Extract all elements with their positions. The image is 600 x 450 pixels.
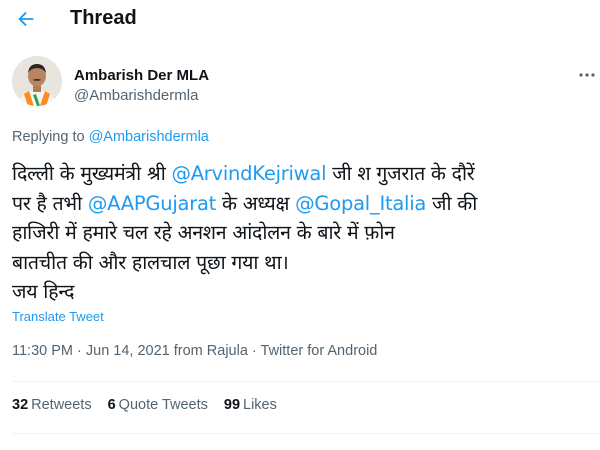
stat-label: Quote Tweets bbox=[118, 397, 208, 413]
tweet-text-line: जय हिन्द bbox=[12, 277, 592, 307]
tweet-text-segment: पर है तभी bbox=[12, 191, 88, 215]
quote-tweets-stat[interactable]: 6 Quote Tweets bbox=[108, 397, 208, 413]
profile-photo bbox=[12, 56, 62, 106]
likes-stat[interactable]: 99 Likes bbox=[224, 397, 277, 413]
divider bbox=[12, 381, 600, 382]
tweet-text-segment: हाजिरी में हमारे चल रहे अनशन आंदोलन के ब… bbox=[12, 221, 395, 244]
tweet-text: दिल्ली के मुख्यमंत्री श्री @ArvindKejriw… bbox=[12, 159, 592, 307]
tweet-text-line: दिल्ली के मुख्यमंत्री श्री @ArvindKejriw… bbox=[12, 159, 592, 189]
tweet-text-segment: के अध्यक्ष bbox=[216, 191, 296, 215]
mention-link[interactable]: @ArvindKejriwal bbox=[171, 162, 326, 185]
mention-link[interactable]: @Gopal_Italia bbox=[295, 192, 426, 215]
retweets-stat[interactable]: 32 Retweets bbox=[12, 397, 92, 413]
tweet-text-segment: जी श गुजरात के दौरें bbox=[326, 162, 475, 185]
tweet-page: Thread Ambarish Der MLA @Ambarishdermla … bbox=[0, 0, 600, 450]
thread-header: Thread bbox=[0, 0, 600, 40]
replying-to: Replying to @Ambarishdermla bbox=[12, 129, 209, 145]
replying-to-prefix: Replying to bbox=[12, 129, 85, 145]
tweet-text-segment: बातचीत की और हालचाल पूछा गया था। bbox=[12, 250, 289, 274]
stat-count: 99 bbox=[223, 397, 241, 413]
stat-label: Retweets bbox=[31, 397, 92, 413]
replying-to-handle-link[interactable]: @Ambarishdermla bbox=[89, 129, 209, 145]
tweet-text-line: पर है तभी @AAPGujarat के अध्यक्ष @Gopal_… bbox=[12, 189, 592, 219]
author-handle[interactable]: @Ambarishdermla bbox=[74, 87, 198, 104]
stat-count: 32 bbox=[12, 397, 29, 413]
engagement-stats: 32 Retweets 6 Quote Tweets 99 Likes bbox=[12, 397, 293, 413]
page-title: Thread bbox=[70, 7, 137, 29]
arrow-left-icon[interactable] bbox=[15, 8, 37, 30]
tweet-text-line: बातचीत की और हालचाल पूछा गया था। bbox=[12, 248, 592, 278]
tweet-timestamp-source[interactable]: 11:30 PM · Jun 14, 2021 from Rajula · Tw… bbox=[12, 343, 377, 359]
stat-label: Likes bbox=[243, 397, 277, 413]
more-horizontal-icon[interactable] bbox=[577, 72, 597, 78]
avatar[interactable] bbox=[12, 56, 62, 106]
divider bbox=[12, 433, 600, 434]
translate-tweet-link[interactable]: Translate Tweet bbox=[12, 309, 104, 324]
tweet-text-segment: दिल्ली के मुख्यमंत्री श्री bbox=[12, 162, 172, 185]
tweet-author: Ambarish Der MLA @Ambarishdermla bbox=[0, 55, 600, 117]
stat-count: 6 bbox=[107, 397, 116, 413]
author-display-name[interactable]: Ambarish Der MLA bbox=[74, 67, 209, 84]
mention-link[interactable]: @AAPGujarat bbox=[88, 192, 216, 215]
tweet-text-line: हाजिरी में हमारे चल रहे अनशन आंदोलन के ब… bbox=[12, 218, 592, 248]
tweet-text-segment: जी की bbox=[426, 191, 478, 215]
tweet-text-segment: जय हिन्द bbox=[12, 280, 75, 303]
